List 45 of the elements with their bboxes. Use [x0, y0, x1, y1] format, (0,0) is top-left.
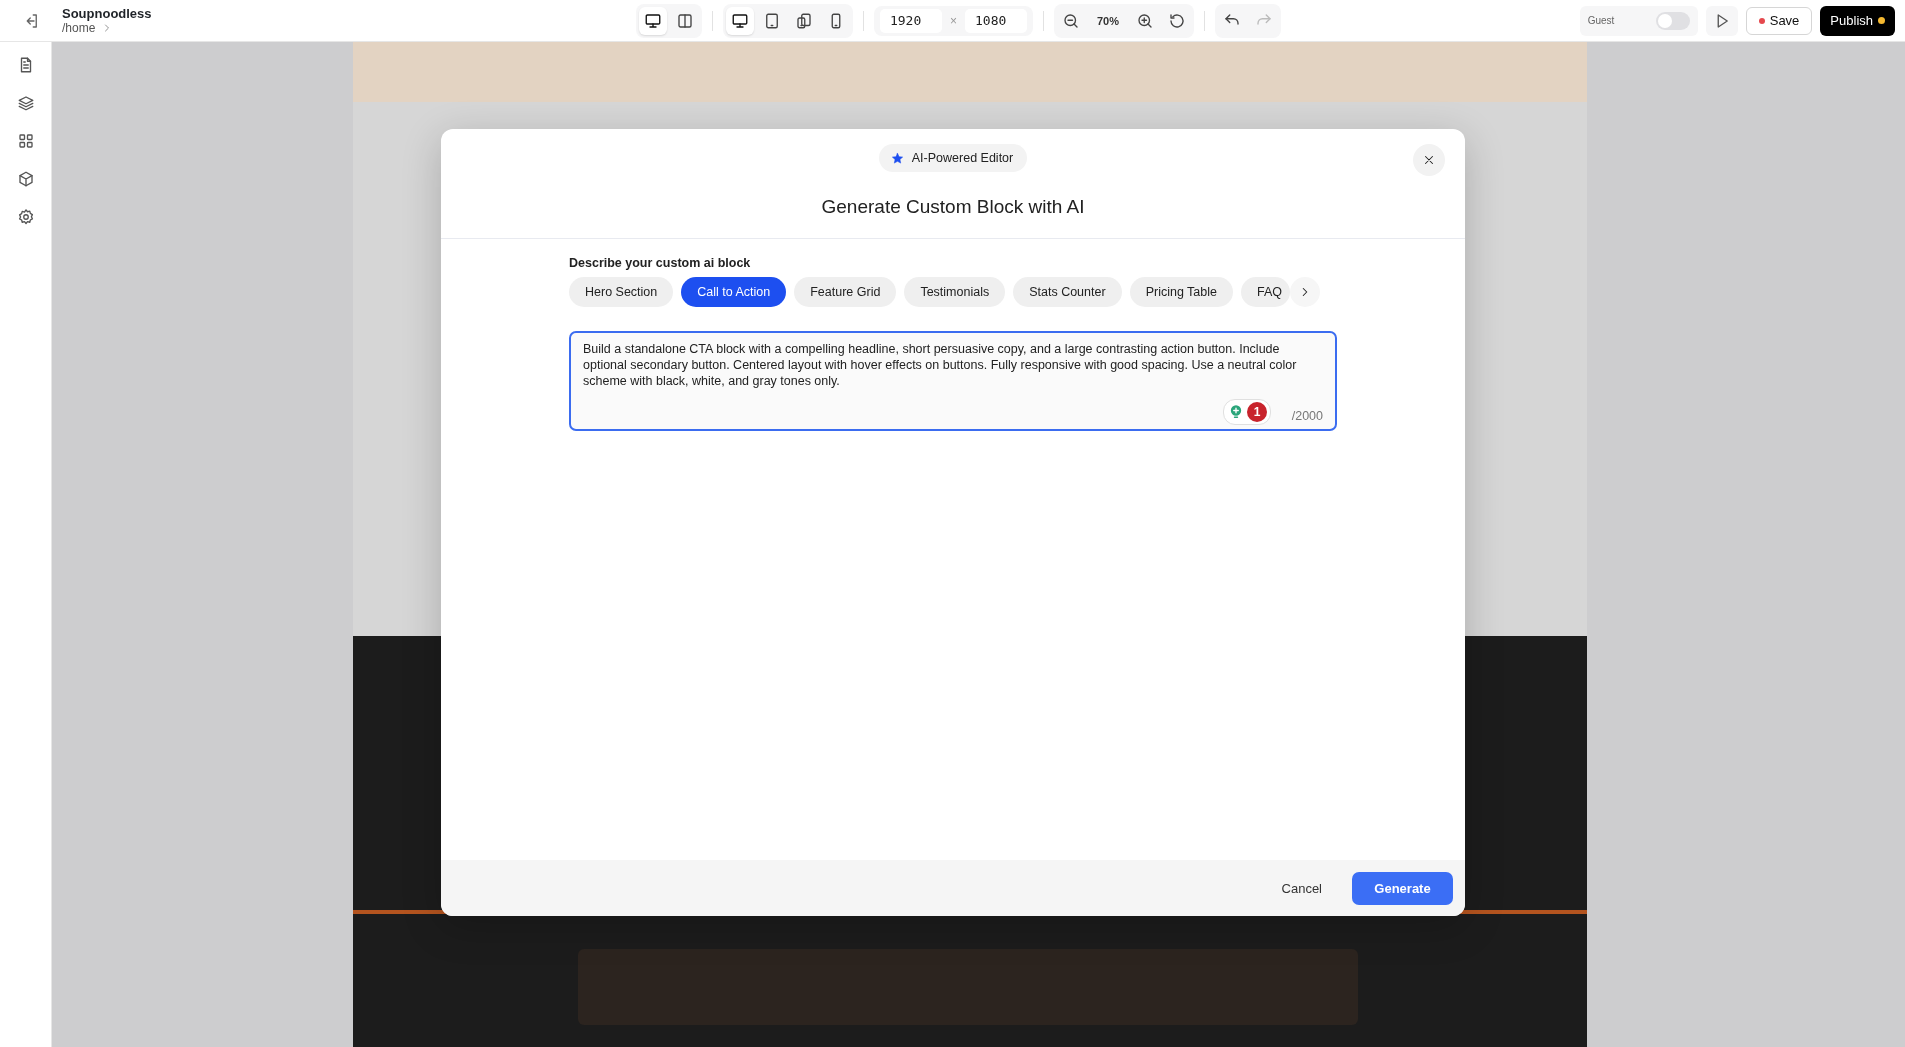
- prompt-text: Build a standalone CTA block with a compelling headline, short persuasive copy, and a large contrasting action button. Include optional secondary button. Centered layout with hover effects on buttons. Fully responsive with good spacing. Use a neutral color scheme with black, white, and gray tones only.: [583, 342, 1297, 388]
- preset-chip[interactable]: Pricing Table: [1129, 277, 1233, 307]
- preset-chip[interactable]: FAQ: [1240, 277, 1290, 307]
- preset-chip[interactable]: Feature Grid: [794, 277, 897, 307]
- dialog-title: Generate Custom Block with AI: [821, 196, 1085, 218]
- guest-toggle[interactable]: [1655, 11, 1690, 30]
- save-button[interactable]: Save: [1745, 6, 1813, 35]
- preview-button[interactable]: [1705, 5, 1738, 36]
- preset-chip[interactable]: Hero Section: [569, 277, 674, 307]
- publish-button[interactable]: Publish: [1820, 5, 1895, 36]
- layers-icon: [16, 94, 35, 112]
- monitor-button[interactable]: [638, 6, 667, 35]
- close-icon: [1422, 153, 1436, 167]
- monitor-icon: [730, 11, 749, 30]
- star-icon: [890, 151, 904, 165]
- issue-count: 1: [1247, 402, 1267, 422]
- guest-label: Guest: [1587, 15, 1615, 26]
- preset-chip[interactable]: Stats Counter: [1013, 277, 1122, 307]
- monitor-icon: [643, 11, 662, 30]
- zoom-level: 70%: [1096, 14, 1120, 27]
- reset-icon: [1168, 11, 1186, 30]
- ai-badge: AI-Powered Editor: [878, 144, 1028, 172]
- project-title: Soupnoodless: [62, 6, 152, 21]
- preset-chip[interactable]: Call to Action: [681, 277, 787, 307]
- columns-icon: [675, 11, 694, 30]
- generate-button[interactable]: Generate: [1352, 871, 1453, 905]
- settings-icon: [16, 208, 35, 226]
- cancel-button[interactable]: Cancel: [1265, 872, 1338, 904]
- monitor-button[interactable]: [725, 6, 754, 35]
- height-field[interactable]: 1080: [965, 8, 1027, 33]
- status-dot-icon: [1878, 17, 1885, 24]
- unsaved-dot-icon: [1758, 17, 1765, 24]
- times-sign: ×: [948, 13, 958, 28]
- character-count: /2000: [1291, 408, 1323, 424]
- prompt-label: Describe your custom ai block: [569, 256, 752, 270]
- width-field[interactable]: 1920: [879, 8, 942, 33]
- zoom-out-icon: [1062, 11, 1080, 30]
- prompt-field[interactable]: [569, 331, 1337, 431]
- grammar-widget[interactable]: 1: [1223, 399, 1271, 425]
- cube-icon: [16, 170, 35, 188]
- grid-icon: [16, 132, 35, 150]
- preset-chip[interactable]: Testimonials: [904, 277, 1006, 307]
- page-path[interactable]: /home: [62, 21, 96, 35]
- tablet-pair-icon: [794, 11, 813, 30]
- zoom-in-icon: [1136, 11, 1154, 30]
